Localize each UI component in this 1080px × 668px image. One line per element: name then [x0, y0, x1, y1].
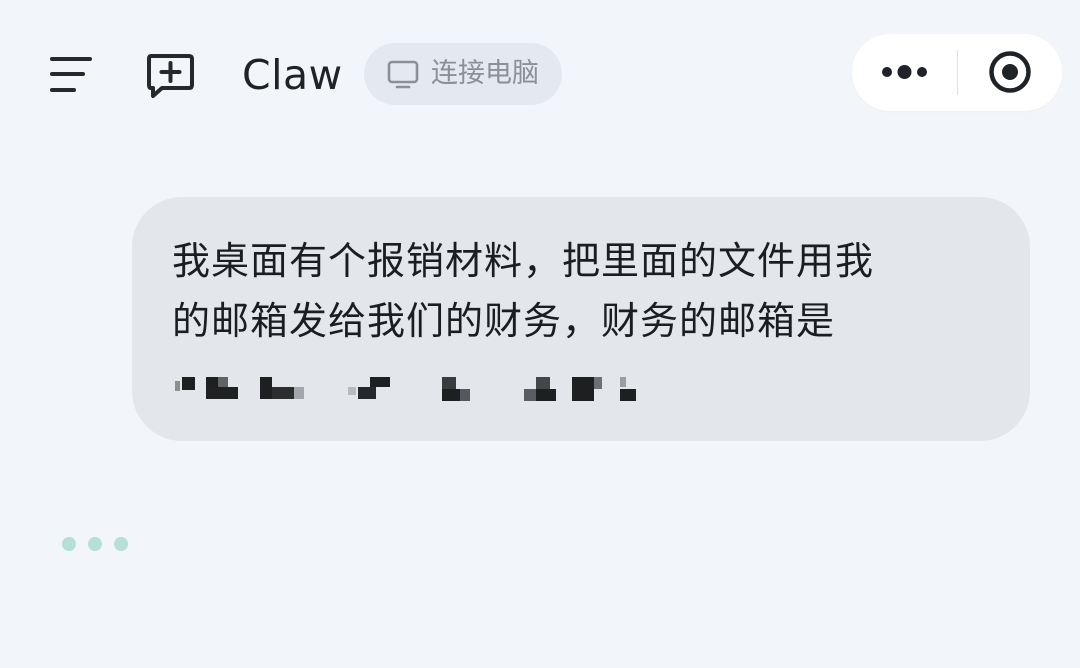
message-line: 我桌面有个报销材料，把里面的文件用我	[172, 239, 875, 283]
menu-icon[interactable]	[50, 54, 92, 94]
message-line: 的邮箱发给我们的财务，财务的邮箱是	[172, 299, 836, 343]
typing-dot	[62, 537, 76, 551]
app-title: Claw	[242, 51, 343, 99]
more-icon	[882, 65, 927, 79]
mini-program-capsule	[852, 34, 1062, 111]
redacted-email	[175, 377, 636, 401]
typing-indicator	[58, 532, 138, 556]
user-message-bubble: 我桌面有个报销材料，把里面的文件用我 的邮箱发给我们的财务，财务的邮箱是	[132, 197, 1030, 441]
user-message-text: 我桌面有个报销材料，把里面的文件用我 的邮箱发给我们的财务，财务的邮箱是	[172, 231, 972, 351]
top-bar: Claw 连接电脑	[0, 0, 1080, 150]
more-button[interactable]	[852, 34, 957, 111]
target-icon	[989, 51, 1031, 93]
connect-computer-label: 连接电脑	[431, 58, 539, 89]
new-chat-icon[interactable]	[144, 50, 198, 100]
close-button[interactable]	[958, 34, 1062, 111]
connect-computer-button[interactable]: 连接电脑	[364, 43, 562, 105]
typing-dot	[114, 537, 128, 551]
monitor-icon	[387, 60, 419, 94]
typing-dot	[88, 537, 102, 551]
